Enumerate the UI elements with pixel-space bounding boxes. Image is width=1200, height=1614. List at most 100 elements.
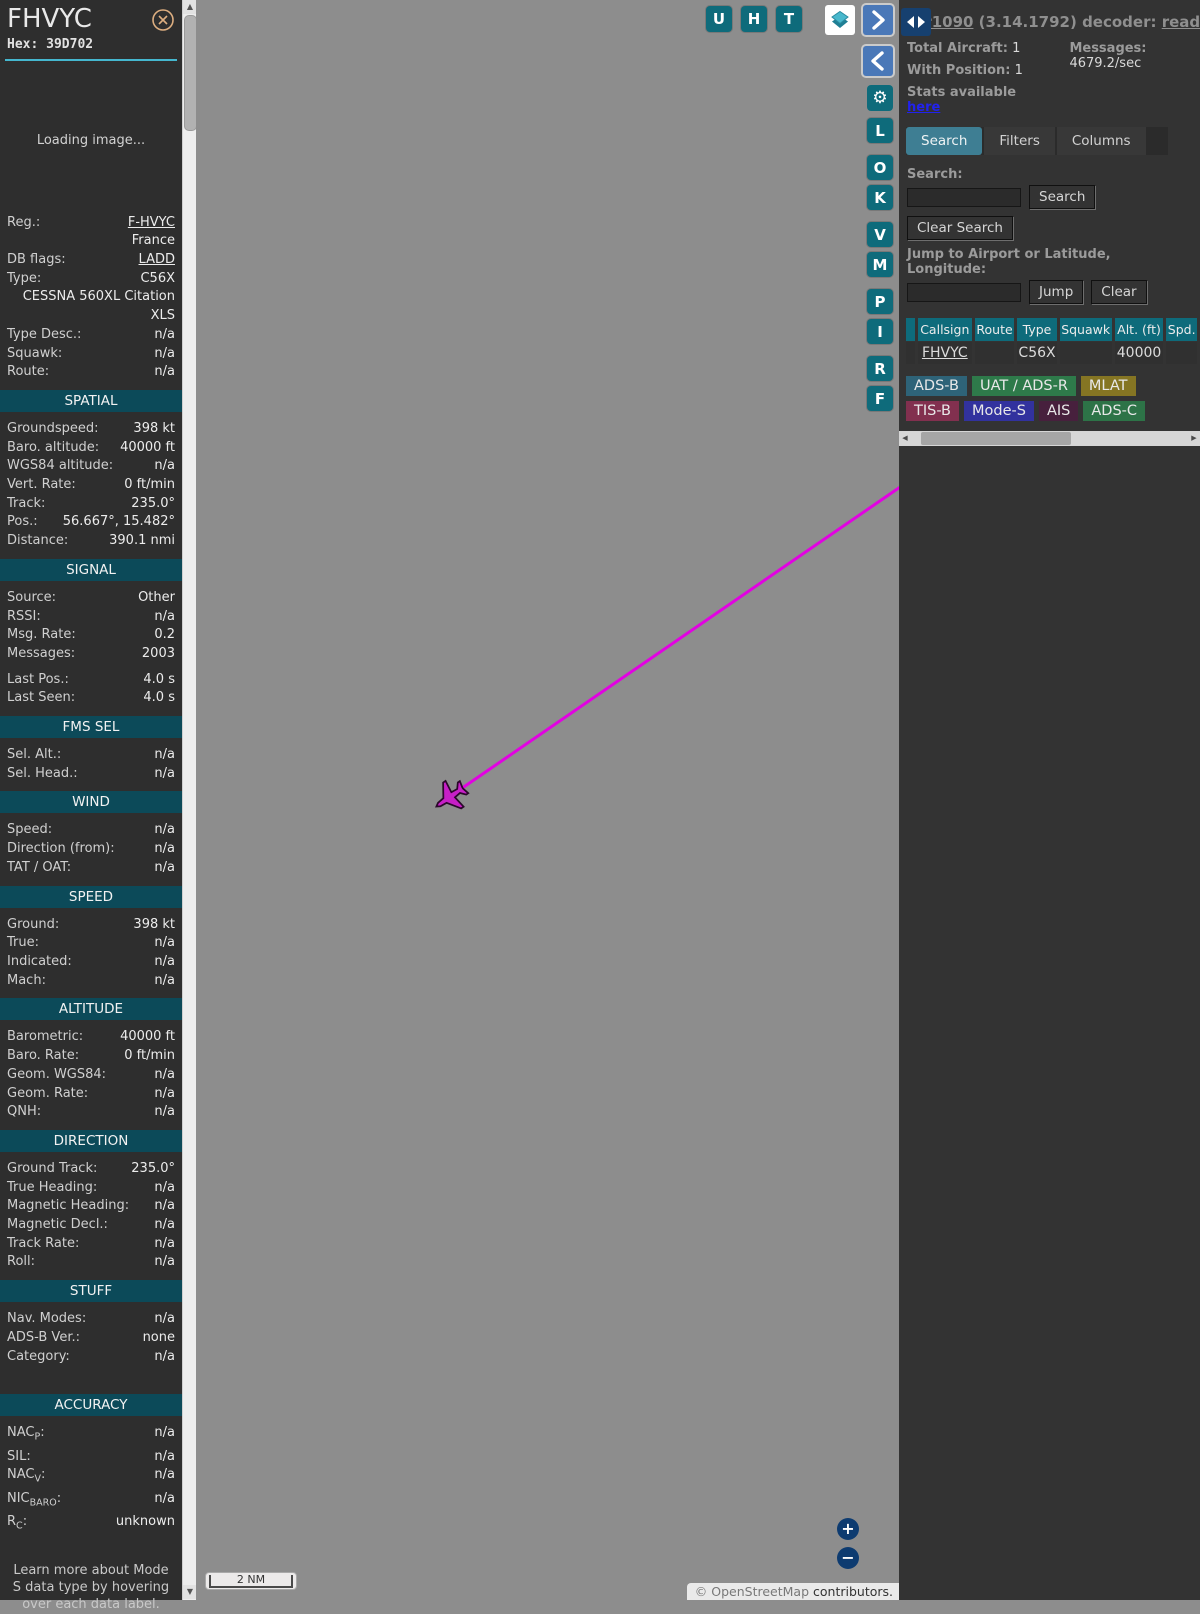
map-canvas[interactable]: UHT ⚙ LOKVMPIRF + − 2 NM © OpenStreetMap… xyxy=(196,0,899,1600)
map-button-h[interactable]: H xyxy=(741,6,767,32)
scroll-right-icon[interactable]: ▶ xyxy=(1188,431,1200,446)
section-header-signal: SIGNAL xyxy=(0,558,182,581)
layer-switcher-button[interactable] xyxy=(825,5,855,35)
detail-value: n/a xyxy=(154,1198,175,1214)
col-header-callsign[interactable]: Callsign xyxy=(917,318,972,341)
section-header-direction: DIRECTION xyxy=(0,1129,182,1152)
col-header-type[interactable]: Type xyxy=(1017,318,1057,341)
detail-value: n/a xyxy=(154,841,175,857)
search-input[interactable] xyxy=(907,187,1021,207)
close-icon[interactable] xyxy=(151,8,175,36)
map-button-v[interactable]: V xyxy=(867,222,893,247)
table-horizontal-scrollbar[interactable]: ◀ ▶ xyxy=(899,431,1200,446)
detail-value: n/a xyxy=(154,1490,175,1506)
tab-search[interactable]: Search xyxy=(906,127,983,155)
legend-badge-mode-s[interactable]: Mode-S xyxy=(964,401,1034,421)
zoom-in-button[interactable]: + xyxy=(837,1518,859,1540)
detail-label: Distance: xyxy=(7,533,69,549)
detail-row: ADS-B Ver.: none xyxy=(7,1329,175,1348)
map-button-r[interactable]: R xyxy=(867,356,893,381)
legend-badge-ads-c[interactable]: ADS-C xyxy=(1083,401,1146,421)
legend-badge-mlat[interactable]: MLAT xyxy=(1080,376,1136,396)
stats-here-link[interactable]: here xyxy=(907,100,940,115)
chevron-right-button[interactable] xyxy=(863,5,893,35)
info-value[interactable]: LADD xyxy=(74,251,175,270)
col-header-icon[interactable] xyxy=(906,318,915,341)
detail-row: Category: n/a xyxy=(7,1348,175,1367)
legend-badge-tis-b[interactable]: TIS-B xyxy=(906,401,960,421)
legend-badge-ads-b[interactable]: ADS-B xyxy=(906,376,967,396)
app-title: tar1090 (3.14.1792) decoder: readsb xyxy=(899,0,1200,31)
info-row: Type Desc.: n/a xyxy=(7,326,175,345)
scroll-down-icon[interactable]: ▼ xyxy=(183,1585,197,1599)
detail-label: SIL: xyxy=(7,1448,31,1464)
legend-badge-ais[interactable]: AIS xyxy=(1038,401,1079,421)
detail-row: Geom. WGS84: n/a xyxy=(7,1066,175,1085)
map-button-l[interactable]: L xyxy=(867,118,893,143)
detail-label: True Heading: xyxy=(7,1179,98,1195)
osm-link[interactable]: © OpenStreetMap xyxy=(695,1584,809,1599)
col-header-route[interactable]: Route xyxy=(974,318,1015,341)
scroll-left-icon[interactable]: ◀ xyxy=(899,431,911,446)
detail-row: Vert. Rate: 0 ft/min xyxy=(7,476,175,495)
map-button-m[interactable]: M xyxy=(867,252,893,277)
settings-button[interactable]: ⚙ xyxy=(867,85,893,111)
clear-search-button[interactable]: Clear Search xyxy=(907,216,1013,240)
tab-columns[interactable]: Columns xyxy=(1056,127,1146,155)
hotkey-group: VM xyxy=(867,222,893,277)
map-button-f[interactable]: F xyxy=(867,386,893,411)
detail-row: Barometric: 40000 ft xyxy=(7,1028,175,1047)
col-header-spd[interactable]: Spd. xyxy=(1166,318,1197,341)
message-rate: Messages: 4679.2/sec xyxy=(1069,41,1147,71)
table-cell: 40000 xyxy=(1114,342,1164,364)
legend-badge-uat-ads-r[interactable]: UAT / ADS-R xyxy=(971,376,1076,396)
map-button-k[interactable]: K xyxy=(867,185,893,210)
aircraft-detail-sidebar: FHVYC Hex: 39D702 Loading image... Reg.:… xyxy=(0,0,182,1612)
detail-label: RC: xyxy=(7,1513,28,1532)
detail-row: Baro. altitude: 40000 ft xyxy=(7,439,175,458)
chevron-left-button[interactable] xyxy=(863,46,893,76)
detail-label: Baro. Rate: xyxy=(7,1048,80,1064)
info-row: Type: C56X xyxy=(7,270,175,289)
attribution-text: contributors. xyxy=(809,1584,893,1599)
col-header-squawk[interactable]: Squawk xyxy=(1059,318,1112,341)
hscrollbar-thumb[interactable] xyxy=(921,432,1071,445)
detail-label: Baro. altitude: xyxy=(7,439,100,455)
col-header-altft[interactable]: Alt. (ft) xyxy=(1114,318,1164,341)
map-button-p[interactable]: P xyxy=(867,289,893,314)
aircraft-trail xyxy=(454,485,899,795)
map-button-i[interactable]: I xyxy=(867,319,893,344)
scroll-up-icon[interactable]: ▲ xyxy=(183,0,197,14)
detail-value: Other xyxy=(138,589,175,605)
tab-filters[interactable]: Filters xyxy=(984,127,1055,155)
detail-label: Track Rate: xyxy=(7,1235,80,1251)
info-value[interactable]: F-HVYC xyxy=(48,214,175,233)
section-header-wind: WIND xyxy=(0,791,182,814)
detail-label: Last Seen: xyxy=(7,690,76,706)
aircraft-marker[interactable] xyxy=(427,774,473,819)
table-header-row: Callsign Route Type Squawk Alt. (ft) Spd. xyxy=(906,318,1197,341)
callsign-link[interactable]: FHVYC xyxy=(922,345,968,361)
panel-tabs: Search Filters Columns xyxy=(906,127,1168,155)
search-button[interactable]: Search xyxy=(1029,185,1096,209)
detail-row: Distance: 390.1 nmi xyxy=(7,532,175,551)
zoom-out-button[interactable]: − xyxy=(837,1547,859,1569)
jump-clear-button[interactable]: Clear xyxy=(1091,280,1147,304)
section-header-speed: SPEED xyxy=(0,885,182,908)
hotkey-group: PI xyxy=(867,289,893,344)
aircraft-table: Callsign Route Type Squawk Alt. (ft) Spd. FHV… xyxy=(903,317,1200,365)
readsb-link[interactable]: readsb xyxy=(1162,13,1200,31)
table-row[interactable]: FHVYC C56X 40000 xyxy=(906,342,1197,364)
jump-input[interactable] xyxy=(907,282,1021,302)
map-button-u[interactable]: U xyxy=(706,6,732,32)
detail-label: Nav. Modes: xyxy=(7,1311,87,1327)
detail-label: Geom. WGS84: xyxy=(7,1066,107,1082)
panel-collapse-button[interactable] xyxy=(901,8,931,36)
detail-row: Speed: n/a xyxy=(7,821,175,840)
map-button-o[interactable]: O xyxy=(867,155,893,180)
sidebar-scrollbar[interactable]: ▲ ▼ xyxy=(182,0,197,1600)
map-button-t[interactable]: T xyxy=(776,6,802,32)
jump-button[interactable]: Jump xyxy=(1029,280,1084,304)
map-top-buttons: UHT xyxy=(706,6,802,32)
detail-label: Messages: xyxy=(7,645,76,661)
